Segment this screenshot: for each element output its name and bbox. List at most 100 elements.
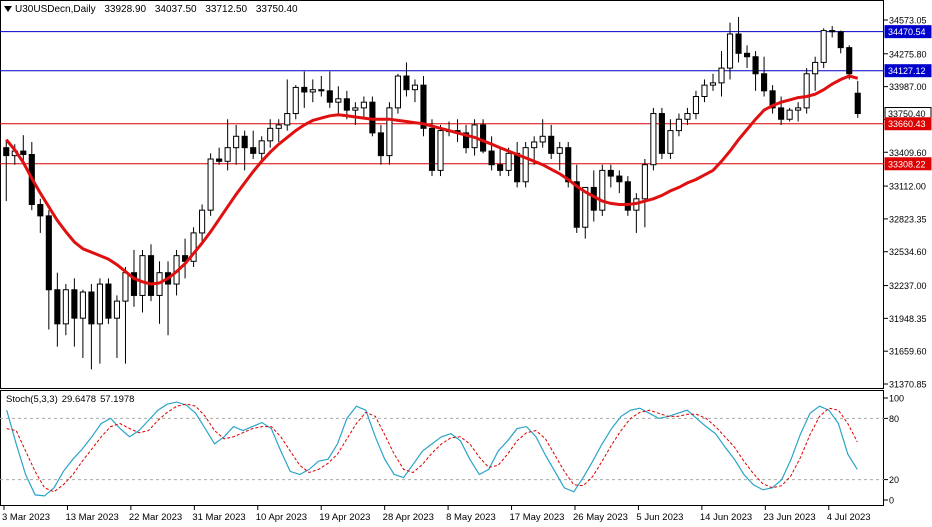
chart-title: U30USDecn,Daily 33928.90 34037.50 33712.… — [4, 4, 304, 15]
candle-body — [386, 107, 393, 157]
price-tick-label: 31659.60 — [889, 347, 927, 357]
candle-body — [718, 67, 725, 84]
candle-body — [829, 30, 836, 33]
candle-body — [607, 169, 614, 177]
candle-body — [786, 109, 793, 120]
candle-body — [778, 107, 785, 120]
price-tick-label: 33987.00 — [889, 82, 927, 92]
candle-body — [437, 130, 444, 171]
candle-body — [820, 30, 827, 63]
candle-body — [641, 164, 648, 200]
time-tick-label: 5 Jun 2023 — [636, 512, 683, 523]
candle-body — [335, 98, 342, 103]
candle-body — [113, 300, 121, 319]
dropdown-triangle-icon[interactable] — [4, 6, 12, 13]
candle-body — [480, 124, 487, 152]
candle-body — [854, 92, 861, 115]
candle-body — [667, 130, 674, 154]
candle-body — [62, 289, 69, 325]
candle-body — [147, 255, 155, 296]
price-label-text: 34127.12 — [888, 66, 926, 76]
ohlc-close: 33750.40 — [255, 4, 298, 15]
candle-body — [701, 84, 708, 98]
candle-body — [199, 209, 206, 234]
stoch-signal-value: 57.1978 — [100, 394, 135, 405]
candle-body — [3, 147, 10, 157]
price-tick-label: 31948.35 — [889, 314, 927, 324]
candle-body — [207, 158, 214, 211]
candle-body — [233, 135, 240, 149]
time-tick-label: 14 Jun 2023 — [700, 512, 752, 523]
price-label-text: 33308.22 — [888, 159, 926, 169]
stoch-panel-frame — [0, 390, 884, 506]
price-tick-label: 33409.60 — [889, 148, 927, 158]
symbol-timeframe: U30USDecn,Daily — [15, 4, 96, 15]
chart-canvas[interactable]: 34573.0534275.8033987.0033698.2533409.60… — [0, 0, 932, 527]
candle-body — [743, 52, 751, 58]
price-tick-label: 33112.00 — [889, 182, 926, 192]
candle-body — [846, 47, 853, 75]
main-chart-frame — [0, 0, 884, 389]
ohlc-low: 33712.50 — [205, 4, 248, 15]
candle-body — [20, 150, 27, 155]
candle-body — [284, 113, 291, 126]
candle-body — [360, 101, 367, 109]
candle-body — [803, 73, 810, 109]
candle-body — [795, 107, 802, 111]
candle-body — [599, 169, 606, 211]
candle-body — [692, 96, 700, 115]
candle-body — [241, 135, 248, 149]
time-tick-label: 3 Mar 2023 — [2, 512, 50, 523]
candle-body — [326, 90, 333, 103]
stoch-name: Stoch(5,3,3) — [6, 394, 58, 405]
candle-body — [352, 107, 359, 111]
price-tick-label: 34275.80 — [889, 49, 927, 59]
candle-body — [658, 113, 665, 154]
price-label-text: 34470.54 — [888, 27, 926, 37]
candle-body — [505, 152, 512, 171]
candle-body — [403, 75, 410, 91]
time-tick-label: 19 Apr 2023 — [319, 512, 370, 523]
candle-body — [37, 203, 44, 217]
price-tick-label: 31370.85 — [889, 380, 927, 390]
price-tick-label: 32237.00 — [889, 281, 927, 291]
candle-body — [735, 33, 742, 54]
candle-body — [709, 82, 717, 86]
candle-body — [139, 255, 146, 296]
candle-body — [411, 84, 419, 91]
candle-body — [420, 84, 427, 129]
candle-body — [650, 113, 657, 166]
candle-body — [428, 127, 436, 171]
candle-body — [122, 272, 129, 302]
ohlc-high: 34037.50 — [154, 4, 197, 15]
candle-body — [309, 89, 316, 93]
time-tick-label: 10 Apr 2023 — [256, 512, 307, 523]
candle-body — [522, 147, 529, 183]
candle-body — [267, 127, 274, 142]
candle-body — [377, 132, 384, 157]
candle-body — [514, 152, 521, 183]
stoch-axis: 100 80 20 0 — [884, 394, 904, 506]
stoch-tick-label: 100 — [889, 394, 904, 404]
time-tick-label: 22 Mar 2023 — [129, 512, 182, 523]
candle-body — [548, 135, 555, 154]
ohlc-open: 33928.90 — [104, 4, 147, 15]
candle-body — [301, 86, 308, 93]
candle-body — [539, 135, 546, 143]
stoch-main-value: 29.6478 — [61, 394, 97, 405]
candle-body — [258, 140, 265, 154]
candle-body — [88, 291, 95, 325]
candle-body — [497, 164, 504, 171]
candle-body — [488, 150, 495, 166]
stoch-tick-label: 20 — [889, 475, 899, 485]
time-tick-label: 26 May 2023 — [573, 512, 628, 523]
candle-body — [54, 289, 61, 325]
candle-body — [616, 175, 623, 183]
candle-body — [531, 141, 538, 149]
candle-body — [343, 98, 350, 111]
stoch-tick-label: 80 — [889, 414, 899, 424]
candle-body — [684, 113, 691, 120]
candle-body — [216, 158, 223, 162]
price-label-text: 33660.43 — [888, 119, 926, 129]
candle-body — [394, 75, 401, 109]
